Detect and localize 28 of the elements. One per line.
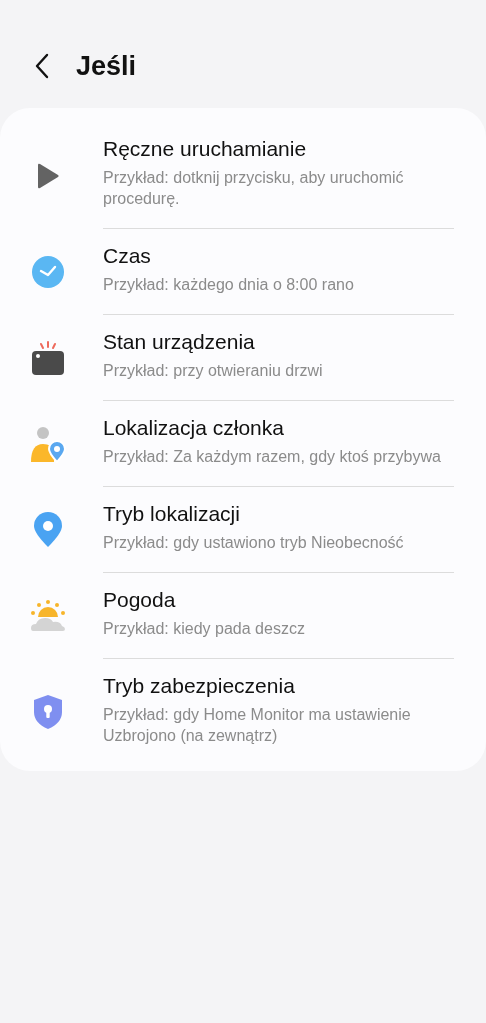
condition-title: Tryb zabezpieczenia [103,674,295,698]
condition-title: Tryb lokalizacji [103,502,240,526]
person-location-icon [29,425,66,463]
condition-item[interactable]: Pogoda Przykład: kiedy pada deszcz [0,573,486,659]
play-icon [35,161,60,190]
weather-icon [29,599,66,633]
page-title: Jeśli [76,50,137,82]
condition-item[interactable]: Lokalizacja członka Przykład: Za każdym razem, gdy ktoś przybywa [0,401,486,487]
location-pin-icon [32,512,63,548]
condition-item[interactable]: Ręczne uruchamianie Przykład: dotknij przycisku, aby uruchomić procedurę. [0,122,486,229]
condition-item[interactable]: Tryb zabezpieczenia Przykład: gdy Home Monitor ma ustawienie Uzbrojono (na zewnątrz) [0,659,486,765]
condition-item[interactable]: Czas Przykład: każdego dnia o 8:00 rano [0,229,486,315]
condition-title: Lokalizacja członka [103,416,284,440]
condition-example: Przykład: Za każdym razem, gdy ktoś przybywa [103,447,441,467]
condition-title: Pogoda [103,588,176,612]
condition-example: Przykład: dotknij przycisku, aby uruchomić procedurę. [103,168,405,209]
condition-item[interactable]: Stan urządzenia Przykład: przy otwieraniu drzwi [0,315,486,401]
condition-title: Stan urządzenia [103,330,255,354]
condition-example: Przykład: kiedy pada deszcz [103,619,305,639]
condition-example: Przykład: przy otwieraniu drzwi [103,361,323,381]
condition-example: Przykład: gdy Home Monitor ma ustawienie Uzbrojono (na zewnątrz) [103,705,412,746]
device-icon [30,340,65,376]
condition-title: Czas [103,244,151,268]
condition-example: Przykład: gdy ustawiono tryb Nieobecność [103,533,404,553]
condition-title: Ręczne uruchamianie [103,137,307,161]
shield-icon [32,694,63,730]
condition-example: Przykład: każdego dnia o 8:00 rano [103,275,354,295]
condition-item[interactable]: Tryb lokalizacji Przykład: gdy ustawiono tryb Nieobecność [0,487,486,573]
